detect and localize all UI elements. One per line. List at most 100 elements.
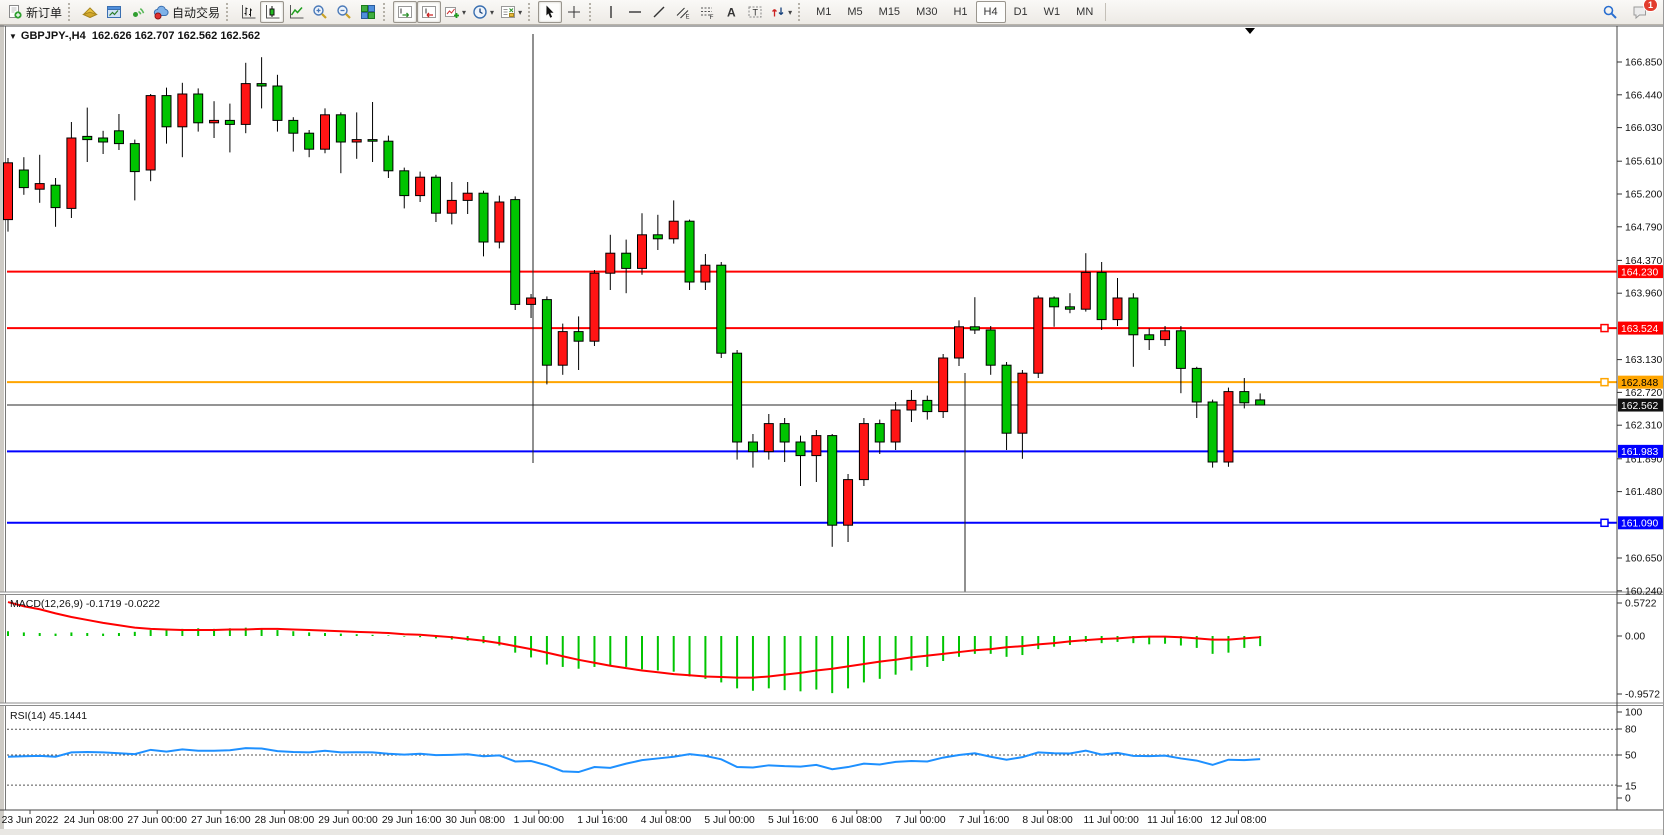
candlestick-button[interactable]: [260, 1, 284, 23]
hline-handle[interactable]: [1601, 325, 1608, 332]
timeframe-w1[interactable]: W1: [1036, 1, 1069, 23]
time-tick-label: 4 Jul 08:00: [641, 815, 692, 826]
candle: [511, 200, 520, 305]
time-tick-label: 11 Jul 16:00: [1147, 815, 1203, 826]
price-badge-label: 161.090: [1621, 519, 1658, 530]
tile-windows-button[interactable]: [356, 1, 380, 23]
line-chart-icon: [288, 4, 304, 20]
hline-button[interactable]: [623, 1, 647, 23]
candle: [748, 442, 757, 452]
crosshair-button[interactable]: [562, 1, 586, 23]
timeframe-m1[interactable]: M1: [808, 1, 839, 23]
candle: [19, 170, 28, 188]
candle: [352, 140, 361, 142]
timeframe-d1[interactable]: D1: [1006, 1, 1036, 23]
autotrading-button[interactable]: 自动交易: [150, 1, 223, 23]
candle: [114, 131, 123, 144]
candle: [939, 358, 948, 412]
candle: [35, 184, 44, 190]
candle: [1129, 298, 1138, 335]
candle: [1176, 331, 1185, 369]
candle: [1050, 298, 1059, 307]
candle: [178, 94, 187, 127]
candle: [1256, 400, 1265, 405]
candle: [1161, 331, 1170, 340]
candle: [1224, 392, 1233, 462]
candle: [1002, 365, 1011, 433]
timeframe-mn[interactable]: MN: [1068, 1, 1101, 23]
search-button[interactable]: [1598, 1, 1622, 23]
candle: [574, 332, 583, 342]
indicators-button[interactable]: ▾: [441, 1, 469, 23]
dropdown-caret-icon: ▾: [490, 8, 494, 17]
candle: [1240, 392, 1249, 403]
auto-scroll-button[interactable]: [393, 1, 417, 23]
price-axis[interactable]: [1618, 26, 1664, 810]
candle: [479, 193, 488, 242]
dropdown-caret-icon: ▾: [518, 8, 522, 17]
periods-button[interactable]: ▾: [469, 1, 497, 23]
candle: [891, 410, 900, 442]
new-order-button[interactable]: 新订单: [4, 1, 65, 23]
main-toolbar: 新订单自动交易▾▾▾EFAT▾M1M5M15M30H1H4D1W1MN1: [0, 0, 1664, 25]
toolbar-grip: [68, 3, 75, 21]
timeframe-h4[interactable]: H4: [976, 1, 1006, 23]
window-bottom-edge: [0, 829, 1664, 835]
candle: [99, 138, 108, 142]
candle: [289, 120, 298, 133]
candle: [1065, 307, 1074, 309]
timeframe-m5[interactable]: M5: [839, 1, 870, 23]
price-tick-label: 162.310: [1625, 421, 1662, 432]
trendline-button[interactable]: [647, 1, 671, 23]
price-tick-label: 161.480: [1625, 487, 1662, 498]
cursor-button[interactable]: [538, 1, 562, 23]
profiles-button[interactable]: [78, 1, 102, 23]
svg-text:E: E: [686, 15, 690, 21]
price-tick-label: 163.130: [1625, 355, 1662, 366]
timeframe-m15[interactable]: M15: [871, 1, 908, 23]
chart-shift-button[interactable]: [417, 1, 441, 23]
candle: [1145, 335, 1154, 340]
zoom-out-button[interactable]: [332, 1, 356, 23]
timeframe-h1[interactable]: H1: [945, 1, 975, 23]
toolbar-separator: [1105, 3, 1106, 21]
fibonacci-button[interactable]: F: [695, 1, 719, 23]
zoom-out-icon: [336, 4, 352, 20]
label-icon: T: [747, 4, 763, 20]
time-tick-label: 24 Jun 08:00: [64, 815, 124, 826]
hline-handle[interactable]: [1601, 379, 1608, 386]
bar-chart-button[interactable]: [236, 1, 260, 23]
channel-button[interactable]: E: [671, 1, 695, 23]
charts-window-button[interactable]: [102, 1, 126, 23]
candle: [701, 265, 710, 282]
candle: [638, 235, 647, 269]
templates-button[interactable]: ▾: [497, 1, 525, 23]
button-label: 新订单: [26, 4, 62, 21]
candle: [558, 332, 567, 366]
hline-handle[interactable]: [1601, 519, 1608, 526]
price-tick-label: 165.200: [1625, 190, 1662, 201]
price-badge-label: 162.562: [1621, 401, 1658, 412]
arrows-button[interactable]: ▾: [767, 1, 795, 23]
price-tick-label: 160.650: [1625, 554, 1662, 565]
label-button[interactable]: T: [743, 1, 767, 23]
channel-icon: E: [675, 4, 691, 20]
hline-icon: [627, 4, 643, 20]
chart-canvas[interactable]: 0.57220.00-0.95721008050150166.850166.44…: [0, 0, 1664, 835]
toolbar-grip: [798, 3, 805, 21]
zoom-in-button[interactable]: [308, 1, 332, 23]
candle: [764, 424, 773, 452]
signals-button[interactable]: [126, 1, 150, 23]
candle: [733, 353, 742, 442]
candle: [67, 138, 76, 208]
vline-button[interactable]: [599, 1, 623, 23]
text-button[interactable]: A: [719, 1, 743, 23]
candle: [431, 177, 440, 213]
search-icon: [1602, 4, 1618, 20]
line-chart-button[interactable]: [284, 1, 308, 23]
timeframe-m30[interactable]: M30: [908, 1, 945, 23]
candle: [986, 330, 995, 365]
notifications-button[interactable]: 1: [1628, 1, 1652, 23]
time-tick-label: 23 Jun 2022: [2, 815, 59, 826]
candle: [194, 94, 203, 123]
